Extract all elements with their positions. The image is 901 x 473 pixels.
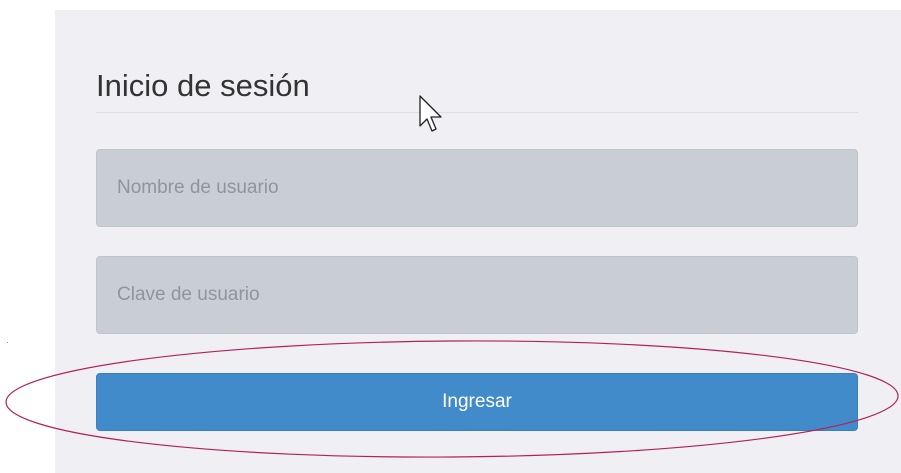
screenshot-stage: Inicio de sesión Ingresar	[0, 0, 901, 473]
mouse-pointer-icon	[419, 95, 442, 132]
annotation-overlay	[5, 95, 899, 458]
highlight-ellipse-icon	[5, 340, 899, 458]
